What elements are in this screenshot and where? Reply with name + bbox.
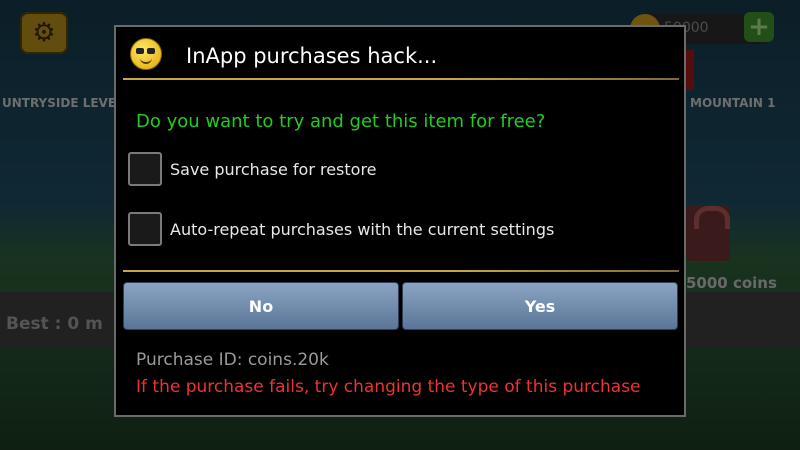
purchase-id-text: Purchase ID: coins.20k xyxy=(136,350,329,370)
smiley-sunglasses-icon xyxy=(130,38,162,70)
option-auto-repeat[interactable]: Auto-repeat purchases with the current s… xyxy=(128,209,554,249)
warning-text: If the purchase fails, try changing the … xyxy=(136,377,641,397)
option-save-purchase[interactable]: Save purchase for restore xyxy=(128,149,377,189)
save-purchase-label: Save purchase for restore xyxy=(170,159,377,179)
dialog-title: InApp purchases hack... xyxy=(186,44,438,68)
buttons-divider xyxy=(123,270,679,272)
header-divider xyxy=(123,78,679,80)
dialog-question: Do you want to try and get this item for… xyxy=(136,111,546,132)
yes-button[interactable]: Yes xyxy=(402,282,678,330)
save-purchase-checkbox[interactable] xyxy=(128,152,162,186)
auto-repeat-checkbox[interactable] xyxy=(128,212,162,246)
no-button[interactable]: No xyxy=(123,282,399,330)
dialog-header: InApp purchases hack... xyxy=(116,27,684,81)
purchase-hack-dialog: InApp purchases hack... Do you want to t… xyxy=(114,25,686,417)
auto-repeat-label: Auto-repeat purchases with the current s… xyxy=(170,219,555,239)
